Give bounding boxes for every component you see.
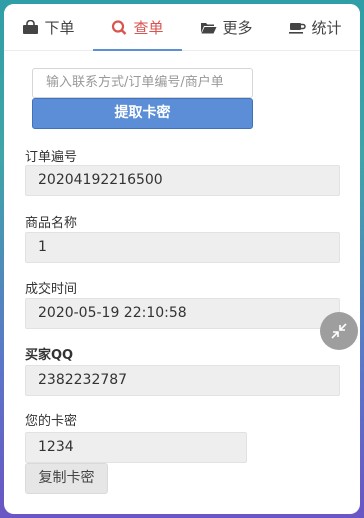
search-icon xyxy=(112,19,127,35)
page-frame: 下单 查单 更多 统计 输入联系方式/订单编号/商户单 提取卡密 订单遍号 20… xyxy=(4,4,360,514)
time-field[interactable]: 2020-05-19 22:10:58 xyxy=(25,298,340,329)
tab-order-label: 下单 xyxy=(44,18,75,37)
card-label: 您的卡密 xyxy=(25,414,78,429)
tab-more-label: 更多 xyxy=(222,18,253,37)
tab-bar: 下单 查单 更多 统计 xyxy=(4,4,360,51)
search-input[interactable]: 输入联系方式/订单编号/商户单 xyxy=(32,68,253,98)
card-field[interactable]: 1234 xyxy=(25,432,247,463)
tab-query[interactable]: 查单 xyxy=(93,4,182,51)
collapse-float-button[interactable] xyxy=(320,312,358,350)
time-label: 成交时间 xyxy=(25,282,78,297)
search-placeholder: 输入联系方式/订单编号/商户单 xyxy=(46,75,224,90)
copy-card-button[interactable]: 复制卡密 xyxy=(25,463,108,494)
order-no-label: 订单遍号 xyxy=(25,150,78,165)
tab-stats[interactable]: 统计 xyxy=(271,4,360,50)
extract-card-button[interactable]: 提取卡密 xyxy=(32,98,253,129)
tab-stats-label: 统计 xyxy=(311,18,342,37)
collapse-arrows-icon xyxy=(331,323,347,339)
tab-more[interactable]: 更多 xyxy=(182,4,271,50)
product-label: 商品名称 xyxy=(25,216,78,231)
product-field[interactable]: 1 xyxy=(25,232,340,263)
shopping-bag-icon xyxy=(23,19,39,34)
folder-open-icon xyxy=(201,22,217,33)
tab-query-label: 查单 xyxy=(133,18,164,37)
coffee-cup-icon xyxy=(289,22,307,34)
qq-field[interactable]: 2382232787 xyxy=(25,365,340,396)
qq-label: 买家QQ xyxy=(25,348,74,363)
order-no-field[interactable]: 20204192216500 xyxy=(25,165,340,196)
tab-order[interactable]: 下单 xyxy=(4,4,93,50)
